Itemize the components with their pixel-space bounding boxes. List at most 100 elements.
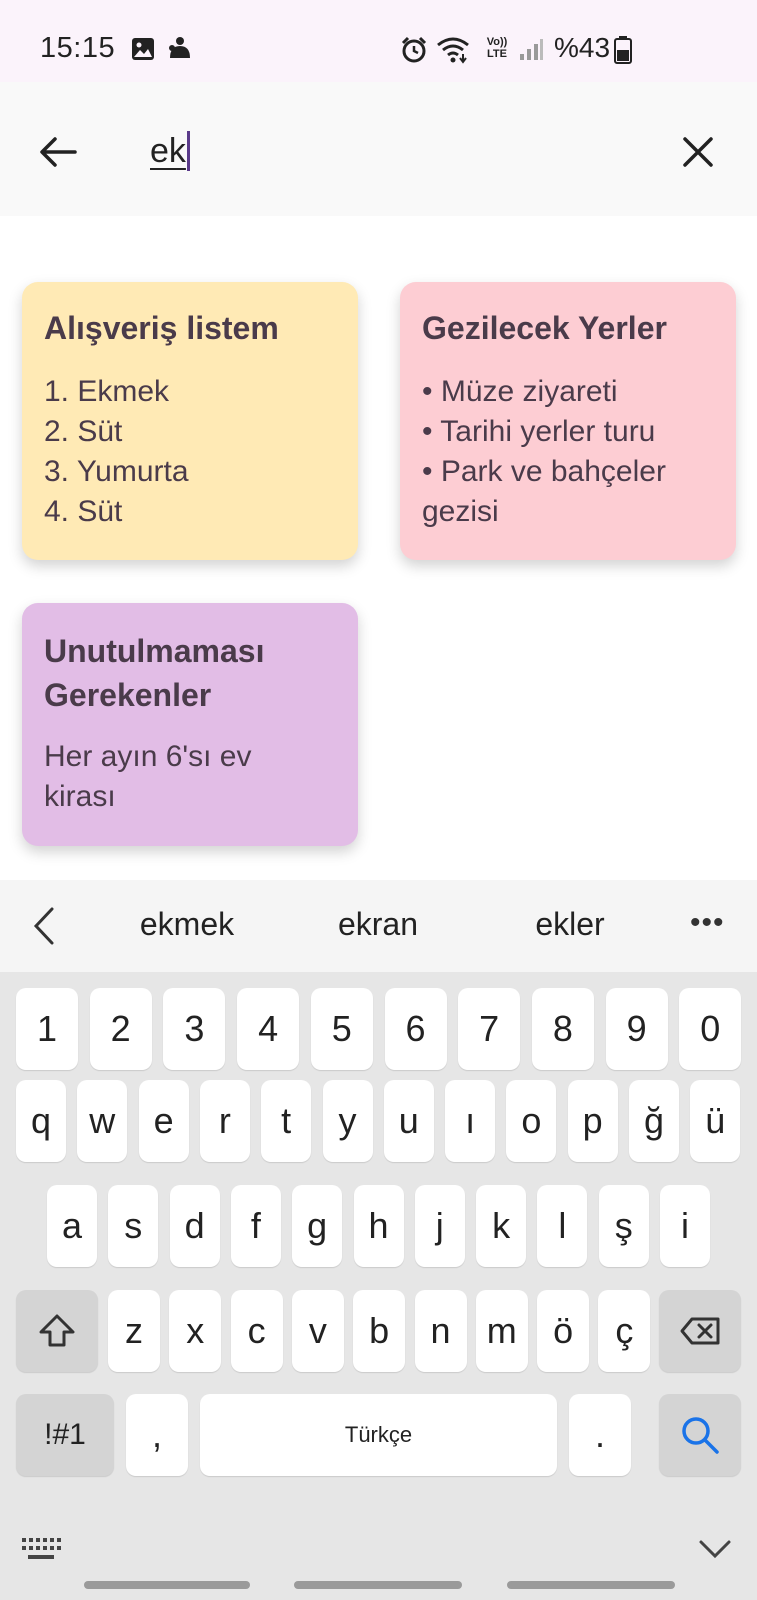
status-bar: 15:15 Vo)) LTE %43 bbox=[0, 0, 757, 82]
search-icon bbox=[682, 1417, 719, 1454]
note-line: 1. Ekmek bbox=[44, 375, 170, 408]
key-r[interactable]: r bbox=[199, 1080, 250, 1162]
note-body: 1. Ekmek 2. Süt 3. Yumurta 4. Süt bbox=[44, 372, 336, 532]
key-c[interactable]: c bbox=[230, 1290, 283, 1372]
suggestion-item[interactable]: ekmek bbox=[102, 906, 272, 943]
key-x[interactable]: x bbox=[169, 1290, 222, 1372]
note-line: • Müze ziyareti bbox=[422, 375, 618, 408]
back-button[interactable] bbox=[32, 126, 84, 178]
nav-handle bbox=[507, 1581, 675, 1589]
wifi-icon bbox=[437, 37, 469, 64]
note-line: 4. Süt bbox=[44, 495, 123, 528]
note-line: Her ayın 6'sı ev bbox=[44, 740, 252, 773]
note-card-shopping[interactable]: Alışveriş listem 1. Ekmek 2. Süt 3. Yumu… bbox=[22, 282, 358, 560]
search-query: ek bbox=[150, 131, 186, 170]
status-time: 15:15 bbox=[40, 32, 116, 64]
key-v[interactable]: v bbox=[291, 1290, 344, 1372]
suggestion-item[interactable]: ekler bbox=[485, 906, 655, 943]
key-z[interactable]: z bbox=[108, 1290, 160, 1372]
key-w[interactable]: w bbox=[77, 1080, 128, 1162]
key-s[interactable]: s bbox=[108, 1185, 159, 1267]
key-l[interactable]: l bbox=[537, 1185, 588, 1267]
key-ö[interactable]: ö bbox=[537, 1290, 590, 1372]
note-body: • Müze ziyareti • Tarihi yerler turu • P… bbox=[422, 372, 714, 532]
key-u[interactable]: u bbox=[383, 1080, 434, 1162]
suggestion-collapse-button[interactable] bbox=[22, 904, 66, 948]
close-icon bbox=[683, 137, 713, 167]
key-ğ[interactable]: ğ bbox=[629, 1080, 679, 1162]
key-o[interactable]: o bbox=[506, 1080, 557, 1162]
battery-icon bbox=[614, 36, 632, 64]
note-line: gezisi bbox=[422, 495, 499, 528]
note-line: 2. Süt bbox=[44, 415, 123, 448]
key-ı[interactable]: ı bbox=[445, 1080, 496, 1162]
key-i[interactable]: i bbox=[660, 1185, 710, 1267]
alarm-icon bbox=[401, 36, 427, 63]
key-j[interactable]: j bbox=[414, 1185, 465, 1267]
symbols-key[interactable]: !#1 bbox=[16, 1394, 114, 1476]
search-key[interactable] bbox=[659, 1394, 741, 1476]
key-g[interactable]: g bbox=[292, 1185, 343, 1267]
key-4[interactable]: 4 bbox=[237, 988, 300, 1070]
key-a[interactable]: a bbox=[47, 1185, 97, 1267]
nav-handle bbox=[84, 1581, 250, 1589]
note-card-reminders[interactable]: Unutulmaması Gerekenler Her ayın 6'sı ev… bbox=[22, 603, 358, 846]
note-title: Gezilecek Yerler bbox=[422, 310, 667, 346]
key-8[interactable]: 8 bbox=[531, 988, 594, 1070]
volte-icon: Vo)) LTE bbox=[486, 36, 508, 60]
key-p[interactable]: p bbox=[567, 1080, 618, 1162]
note-line: 3. Yumurta bbox=[44, 455, 189, 488]
key-3[interactable]: 3 bbox=[163, 988, 226, 1070]
key-0[interactable]: 0 bbox=[679, 988, 742, 1070]
note-title: Unutulmaması Gerekenler bbox=[44, 629, 336, 717]
note-title-line: Unutulmaması bbox=[44, 633, 265, 669]
key-1[interactable]: 1 bbox=[16, 988, 78, 1070]
backspace-icon bbox=[680, 1317, 720, 1345]
key-k[interactable]: k bbox=[476, 1185, 527, 1267]
key-q[interactable]: q bbox=[16, 1080, 66, 1162]
key-e[interactable]: e bbox=[138, 1080, 189, 1162]
note-title-line: Gerekenler bbox=[44, 677, 212, 713]
key-5[interactable]: 5 bbox=[310, 988, 373, 1070]
keyboard-switch-icon[interactable] bbox=[20, 1536, 62, 1564]
arrow-left-icon bbox=[40, 137, 77, 167]
text-caret bbox=[186, 131, 190, 171]
suggestion-item[interactable]: ekran bbox=[293, 906, 463, 943]
keyboard-suggestion-bar: ekmek ekran ekler ••• bbox=[0, 880, 757, 972]
key-ü[interactable]: ü bbox=[690, 1080, 741, 1162]
period-key[interactable]: . bbox=[569, 1394, 631, 1476]
key-9[interactable]: 9 bbox=[605, 988, 668, 1070]
key-n[interactable]: n bbox=[414, 1290, 467, 1372]
key-6[interactable]: 6 bbox=[384, 988, 447, 1070]
shift-key[interactable] bbox=[16, 1290, 98, 1372]
key-7[interactable]: 7 bbox=[458, 988, 521, 1070]
key-2[interactable]: 2 bbox=[89, 988, 152, 1070]
note-line: • Tarihi yerler turu bbox=[422, 415, 656, 448]
space-key[interactable]: Türkçe bbox=[200, 1394, 557, 1476]
key-f[interactable]: f bbox=[230, 1185, 281, 1267]
more-options-icon[interactable]: ••• bbox=[690, 906, 725, 940]
key-b[interactable]: b bbox=[353, 1290, 406, 1372]
key-ç[interactable]: ç bbox=[598, 1290, 651, 1372]
shift-icon bbox=[39, 1314, 75, 1347]
search-input[interactable]: ek bbox=[150, 128, 190, 174]
clear-button[interactable] bbox=[672, 126, 724, 178]
note-card-places[interactable]: Gezilecek Yerler • Müze ziyareti • Tarih… bbox=[400, 282, 736, 560]
notification-icon bbox=[169, 37, 190, 58]
battery-percentage: %43 bbox=[554, 32, 611, 63]
comma-key[interactable]: , bbox=[126, 1394, 188, 1476]
key-y[interactable]: y bbox=[322, 1080, 373, 1162]
note-line: • Park ve bahçeler bbox=[422, 455, 666, 488]
nav-handle bbox=[294, 1581, 462, 1589]
hide-keyboard-icon[interactable] bbox=[698, 1538, 732, 1560]
key-ş[interactable]: ş bbox=[598, 1185, 649, 1267]
note-title: Alışveriş listem bbox=[44, 310, 279, 346]
key-h[interactable]: h bbox=[353, 1185, 404, 1267]
search-bar: ek bbox=[0, 82, 757, 216]
signal-icon bbox=[520, 39, 543, 60]
key-d[interactable]: d bbox=[169, 1185, 220, 1267]
key-m[interactable]: m bbox=[475, 1290, 528, 1372]
backspace-key[interactable] bbox=[659, 1290, 741, 1372]
key-t[interactable]: t bbox=[261, 1080, 312, 1162]
chevron-left-icon bbox=[33, 907, 54, 945]
